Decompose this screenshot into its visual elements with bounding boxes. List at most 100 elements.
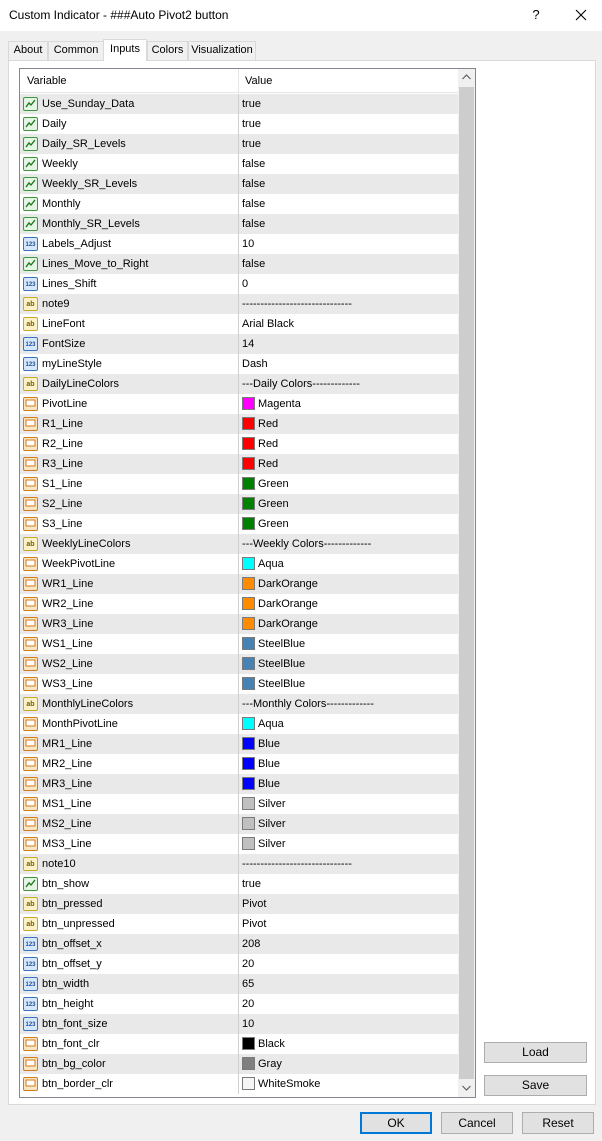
value-cell[interactable]: false [240, 254, 458, 274]
value-cell[interactable]: Gray [240, 1054, 458, 1074]
ok-button[interactable]: OK [360, 1112, 432, 1134]
input-row-ws3-line[interactable]: WS3_Line SteelBlue [20, 674, 458, 694]
value-cell[interactable]: Green [240, 474, 458, 494]
input-row-r1-line[interactable]: R1_Line Red [20, 414, 458, 434]
input-row-btn-height[interactable]: 123 btn_height 20 [20, 994, 458, 1014]
value-cell[interactable]: Silver [240, 814, 458, 834]
input-row-mr1-line[interactable]: MR1_Line Blue [20, 734, 458, 754]
value-cell[interactable]: SteelBlue [240, 634, 458, 654]
value-cell[interactable]: Red [240, 454, 458, 474]
input-row-note9[interactable]: ab note9 ------------------------------ [20, 294, 458, 314]
help-button[interactable]: ? [520, 2, 552, 28]
input-row-btn-pressed[interactable]: ab btn_pressed Pivot [20, 894, 458, 914]
input-row-btn-unpressed[interactable]: ab btn_unpressed Pivot [20, 914, 458, 934]
input-row-daily[interactable]: Daily true [20, 114, 458, 134]
input-row-mylinestyle[interactable]: 123 myLineStyle Dash [20, 354, 458, 374]
input-row-btn-border-clr[interactable]: btn_border_clr WhiteSmoke [20, 1074, 458, 1094]
column-header-value[interactable]: Value [240, 69, 458, 93]
input-row-wr2-line[interactable]: WR2_Line DarkOrange [20, 594, 458, 614]
value-cell[interactable]: true [240, 134, 458, 154]
input-row-btn-font-size[interactable]: 123 btn_font_size 10 [20, 1014, 458, 1034]
value-cell[interactable]: 0 [240, 274, 458, 294]
value-cell[interactable]: DarkOrange [240, 574, 458, 594]
input-row-pivotline[interactable]: PivotLine Magenta [20, 394, 458, 414]
input-row-s3-line[interactable]: S3_Line Green [20, 514, 458, 534]
input-row-ws1-line[interactable]: WS1_Line SteelBlue [20, 634, 458, 654]
scroll-down-button[interactable] [458, 1080, 475, 1097]
value-cell[interactable]: DarkOrange [240, 614, 458, 634]
value-cell[interactable]: true [240, 874, 458, 894]
value-cell[interactable]: Arial Black [240, 314, 458, 334]
input-row-s2-line[interactable]: S2_Line Green [20, 494, 458, 514]
input-row-monthlylinecolors[interactable]: ab MonthlyLineColors ---Monthly Colors----… [20, 694, 458, 714]
load-button[interactable]: Load [484, 1042, 587, 1063]
reset-button[interactable]: Reset [522, 1112, 594, 1134]
value-cell[interactable]: Magenta [240, 394, 458, 414]
value-cell[interactable]: Dash [240, 354, 458, 374]
value-cell[interactable]: 10 [240, 234, 458, 254]
scroll-up-button[interactable] [458, 69, 475, 86]
cancel-button[interactable]: Cancel [441, 1112, 513, 1134]
input-row-ms3-line[interactable]: MS3_Line Silver [20, 834, 458, 854]
value-cell[interactable]: false [240, 174, 458, 194]
value-cell[interactable]: Pivot [240, 894, 458, 914]
input-row-ms1-line[interactable]: MS1_Line Silver [20, 794, 458, 814]
input-row-btn-font-clr[interactable]: btn_font_clr Black [20, 1034, 458, 1054]
tab-common[interactable]: Common [48, 41, 104, 60]
input-row-monthpivotline[interactable]: MonthPivotLine Aqua [20, 714, 458, 734]
input-row-ms2-line[interactable]: MS2_Line Silver [20, 814, 458, 834]
value-cell[interactable]: true [240, 94, 458, 114]
value-cell[interactable]: Aqua [240, 714, 458, 734]
input-row-weekpivotline[interactable]: WeekPivotLine Aqua [20, 554, 458, 574]
value-cell[interactable]: 65 [240, 974, 458, 994]
tab-visualization[interactable]: Visualization [188, 41, 256, 60]
input-row-btn-bg-color[interactable]: btn_bg_color Gray [20, 1054, 458, 1074]
value-cell[interactable]: ---Monthly Colors------------- [240, 694, 458, 714]
input-row-wr3-line[interactable]: WR3_Line DarkOrange [20, 614, 458, 634]
input-row-lines-shift[interactable]: 123 Lines_Shift 0 [20, 274, 458, 294]
value-cell[interactable]: ---Weekly Colors------------- [240, 534, 458, 554]
value-cell[interactable]: false [240, 214, 458, 234]
input-row-weeklylinecolors[interactable]: ab WeeklyLineColors ---Weekly Colors------… [20, 534, 458, 554]
value-cell[interactable]: Green [240, 514, 458, 534]
value-cell[interactable]: WhiteSmoke [240, 1074, 458, 1094]
value-cell[interactable]: SteelBlue [240, 674, 458, 694]
value-cell[interactable]: Pivot [240, 914, 458, 934]
input-row-btn-show[interactable]: btn_show true [20, 874, 458, 894]
save-button[interactable]: Save [484, 1075, 587, 1096]
input-row-use-sunday-data[interactable]: Use_Sunday_Data true [20, 94, 458, 114]
close-button[interactable] [564, 2, 598, 28]
value-cell[interactable]: Green [240, 494, 458, 514]
value-cell[interactable]: Black [240, 1034, 458, 1054]
input-row-ws2-line[interactable]: WS2_Line SteelBlue [20, 654, 458, 674]
input-row-linefont[interactable]: ab LineFont Arial Black [20, 314, 458, 334]
input-row-r3-line[interactable]: R3_Line Red [20, 454, 458, 474]
value-cell[interactable]: Blue [240, 754, 458, 774]
value-cell[interactable]: 208 [240, 934, 458, 954]
value-cell[interactable]: Red [240, 434, 458, 454]
input-row-mr3-line[interactable]: MR3_Line Blue [20, 774, 458, 794]
value-cell[interactable]: false [240, 194, 458, 214]
value-cell[interactable]: 14 [240, 334, 458, 354]
value-cell[interactable]: DarkOrange [240, 594, 458, 614]
input-row-btn-width[interactable]: 123 btn_width 65 [20, 974, 458, 994]
value-cell[interactable]: 20 [240, 994, 458, 1014]
input-row-weekly-sr-levels[interactable]: Weekly_SR_Levels false [20, 174, 458, 194]
tab-colors[interactable]: Colors [147, 41, 188, 60]
input-row-dailylinecolors[interactable]: ab DailyLineColors ---Daily Colors--------… [20, 374, 458, 394]
value-cell[interactable]: ------------------------------ [240, 294, 458, 314]
value-cell[interactable]: ------------------------------ [240, 854, 458, 874]
input-row-btn-offset-y[interactable]: 123 btn_offset_y 20 [20, 954, 458, 974]
tab-inputs[interactable]: Inputs [103, 39, 147, 61]
value-cell[interactable]: 10 [240, 1014, 458, 1034]
value-cell[interactable]: ---Daily Colors------------- [240, 374, 458, 394]
input-row-lines-move-to-right[interactable]: Lines_Move_to_Right false [20, 254, 458, 274]
input-row-weekly[interactable]: Weekly false [20, 154, 458, 174]
input-row-labels-adjust[interactable]: 123 Labels_Adjust 10 [20, 234, 458, 254]
value-cell[interactable]: Silver [240, 794, 458, 814]
column-header-variable[interactable]: Variable [20, 69, 239, 93]
input-row-monthly-sr-levels[interactable]: Monthly_SR_Levels false [20, 214, 458, 234]
input-row-btn-offset-x[interactable]: 123 btn_offset_x 208 [20, 934, 458, 954]
value-cell[interactable]: true [240, 114, 458, 134]
value-cell[interactable]: Blue [240, 774, 458, 794]
